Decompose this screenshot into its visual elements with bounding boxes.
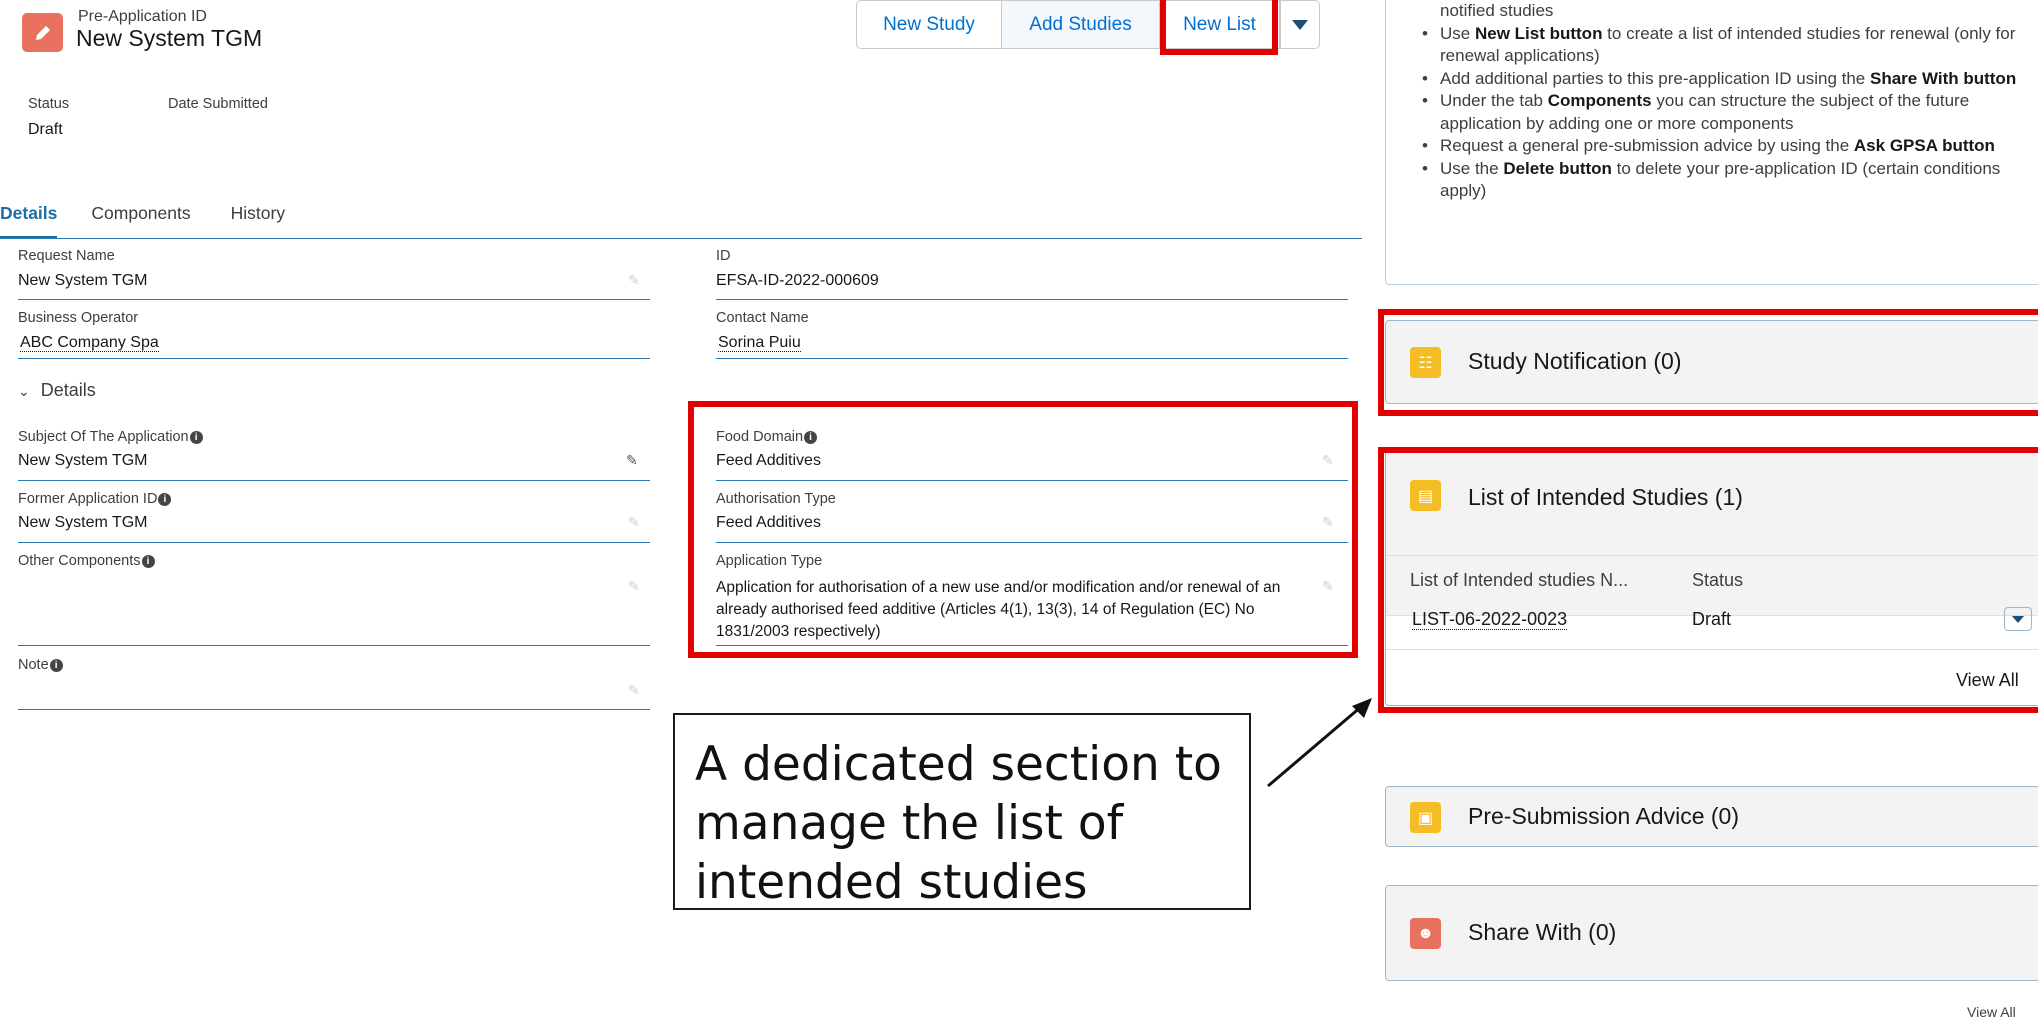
former-id-label: Former Application ID i [18, 491, 172, 507]
contact-name-link[interactable]: Sorina Puiu [718, 334, 801, 352]
note-label: Note i [18, 657, 63, 673]
subject-label: Subject Of The Application i [18, 429, 203, 445]
other-components-label: Other Components i [18, 553, 155, 569]
business-operator-label: Business Operator [18, 310, 139, 326]
annotation-callout: A dedicated section to manage the list o… [673, 713, 1251, 910]
field-divider [18, 709, 650, 710]
tab-details[interactable]: Details [0, 203, 58, 239]
help-item: Use New List button to create a list of … [1420, 23, 2038, 68]
edit-pencil-icon[interactable]: ✎ [628, 272, 640, 289]
add-studies-button[interactable]: Add Studies [1002, 0, 1160, 49]
help-item: Under the tab Components you can structu… [1420, 90, 2038, 135]
field-divider [18, 358, 650, 359]
chevron-down-icon [1292, 19, 1308, 30]
info-icon[interactable]: i [49, 658, 63, 672]
briefcase-icon: ▣ [1410, 802, 1441, 833]
pre-submission-advice-card: ▣ Pre-Submission Advice (0) [1385, 786, 2038, 847]
tabs-divider [0, 238, 1362, 239]
edit-pencil-icon[interactable]: ✎ [628, 514, 640, 531]
field-divider [716, 358, 1348, 359]
help-list: notified studies Use New List button to … [1420, 0, 2038, 203]
edit-pencil-icon[interactable]: ✎ [628, 682, 640, 699]
id-value: EFSA-ID-2022-000609 [716, 272, 879, 289]
edit-pencil-icon[interactable]: ✎ [626, 452, 638, 469]
edit-pencil-icon[interactable]: ✎ [628, 578, 640, 595]
new-study-button[interactable]: New Study [856, 0, 1002, 49]
help-item: Use the Delete button to delete your pre… [1420, 158, 2038, 203]
view-all-link[interactable]: View All [1967, 1004, 2016, 1017]
food-domain-highlight [688, 401, 1358, 658]
record-tabs: Details Components History [0, 203, 285, 239]
details-section-header[interactable]: ⌄ Details [18, 380, 96, 401]
record-title: New System TGM [76, 25, 263, 51]
edit-record-icon [22, 13, 63, 52]
field-divider [18, 480, 650, 481]
info-icon[interactable]: i [158, 492, 172, 506]
help-item: Add additional parties to this pre-appli… [1420, 68, 2038, 91]
business-operator-link[interactable]: ABC Company Spa [20, 334, 159, 352]
tab-components[interactable]: Components [91, 203, 190, 239]
request-name-label: Request Name [18, 248, 115, 264]
field-divider [18, 645, 650, 646]
callout-text: A dedicated section to manage the list o… [695, 737, 1222, 910]
study-notification-highlight [1378, 309, 2038, 416]
chevron-down-icon: ⌄ [18, 383, 30, 399]
request-name-value: New System TGM [18, 272, 148, 289]
field-divider [18, 299, 650, 300]
status-label: Status [28, 96, 70, 112]
pre-submission-title[interactable]: Pre-Submission Advice (0) [1468, 803, 1739, 830]
help-item: notified studies [1440, 1, 1554, 20]
share-with-title[interactable]: Share With (0) [1468, 919, 1616, 946]
new-list-highlight [1160, 0, 1278, 55]
list-intended-highlight [1378, 447, 2038, 713]
field-divider [716, 299, 1348, 300]
details-section-label: Details [40, 380, 96, 400]
help-item: Request a general pre-submission advice … [1420, 135, 2038, 158]
record-type-label: Pre-Application ID [78, 8, 207, 25]
share-with-card: ☻ Share With (0) [1385, 885, 2038, 981]
info-icon[interactable]: i [141, 554, 155, 568]
status-value: Draft [28, 121, 63, 138]
arrow-icon [1267, 698, 1372, 788]
tab-history[interactable]: History [231, 203, 285, 239]
more-actions-button[interactable] [1280, 0, 1320, 49]
contact-name-label: Contact Name [716, 310, 809, 326]
field-divider [18, 542, 650, 543]
users-icon: ☻ [1410, 918, 1441, 949]
former-id-value: New System TGM [18, 514, 148, 531]
date-submitted-label: Date Submitted [168, 96, 268, 112]
subject-value: New System TGM [18, 452, 148, 469]
id-label: ID [716, 248, 731, 264]
info-icon[interactable]: i [189, 430, 203, 444]
